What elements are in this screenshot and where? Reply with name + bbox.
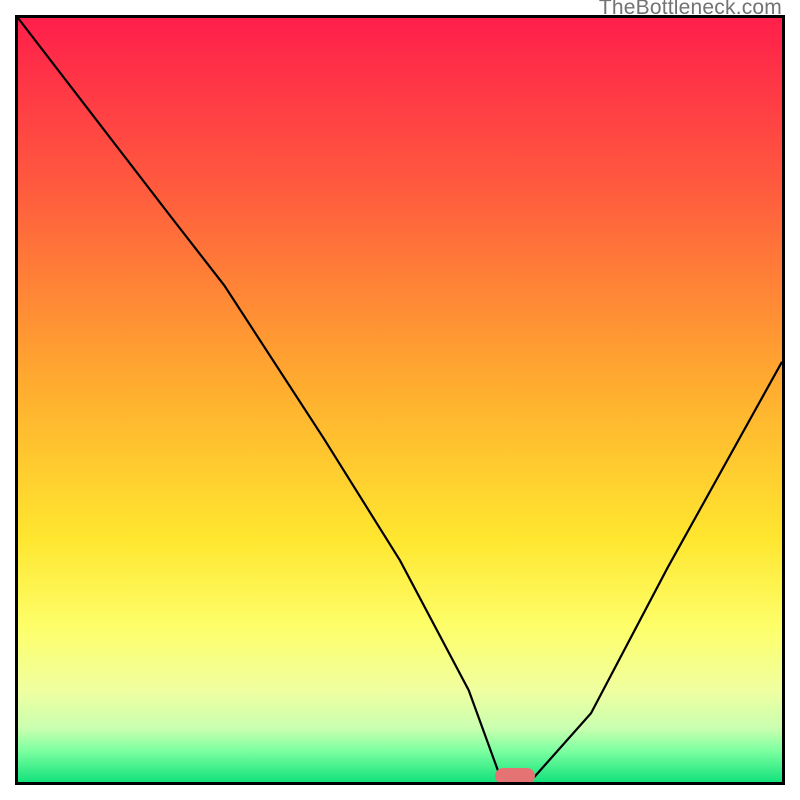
- chart-container: TheBottleneck.com: [0, 0, 800, 800]
- plot-area: [15, 15, 785, 785]
- bottleneck-curve: [18, 18, 782, 782]
- optimal-marker: [495, 768, 535, 784]
